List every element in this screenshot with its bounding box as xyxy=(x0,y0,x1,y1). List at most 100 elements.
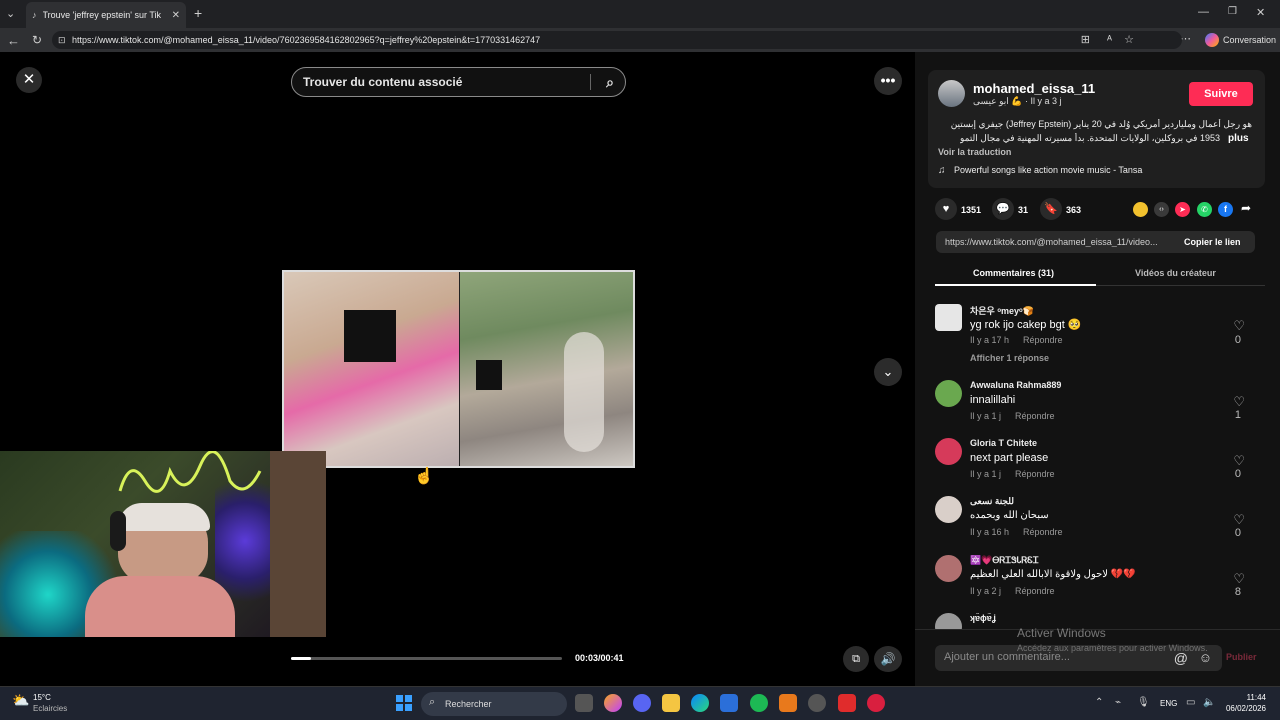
embed-icon[interactable]: ‹› xyxy=(1154,202,1169,217)
whatsapp-icon[interactable]: ✆ xyxy=(1197,202,1212,217)
store-icon[interactable] xyxy=(720,694,738,712)
coin-icon[interactable] xyxy=(1133,202,1148,217)
microphone-icon[interactable]: 🎙 xyxy=(1137,697,1150,708)
taskbar-search[interactable]: ⌕ Rechercher xyxy=(421,692,567,716)
clock-time[interactable]: 11:44 xyxy=(1230,693,1266,702)
copilot-app-icon[interactable] xyxy=(604,694,622,712)
translate-icon[interactable]: ᴬ xyxy=(1107,31,1112,49)
comment-author[interactable]: ʞɐ̃ɸɐ̃ʝ xyxy=(970,613,996,623)
video-progress-track[interactable] xyxy=(291,657,562,660)
language-indicator[interactable]: ENG xyxy=(1160,699,1177,708)
comment-author[interactable]: Awwaluna Rahma889 xyxy=(970,380,1061,390)
comment-author[interactable]: للجنة نسعى xyxy=(970,496,1014,507)
search-icon[interactable]: ⌕ xyxy=(606,68,614,96)
neon-sign xyxy=(118,451,262,493)
app-orange-icon[interactable] xyxy=(779,694,797,712)
edge-icon[interactable] xyxy=(691,694,709,712)
reply-button[interactable]: Répondre xyxy=(1023,335,1063,345)
save-button[interactable]: 🔖 xyxy=(1040,198,1062,220)
view-replies-button[interactable]: Afficher 1 réponse xyxy=(970,353,1049,363)
comment-like-icon[interactable]: ♡ xyxy=(1233,394,1245,410)
author-avatar[interactable] xyxy=(938,80,965,107)
tray-expand-icon[interactable]: ⌃ xyxy=(1095,697,1103,708)
clock-date[interactable]: 06/02/2026 xyxy=(1222,704,1266,713)
next-video-button[interactable]: ⌄ xyxy=(874,358,902,386)
comment-author[interactable]: Gloria T Chitete xyxy=(970,438,1037,448)
bookmark-star-icon[interactable]: ☆ xyxy=(1124,31,1134,49)
comment-avatar[interactable] xyxy=(935,438,962,465)
reply-button[interactable]: Répondre xyxy=(1015,469,1055,479)
site-info-icon[interactable]: ⊡ xyxy=(58,31,66,49)
close-tab-icon[interactable]: ✕ xyxy=(172,10,180,21)
comment-avatar[interactable] xyxy=(935,613,962,629)
start-button[interactable] xyxy=(396,695,412,711)
minimize-icon[interactable]: — xyxy=(1198,6,1209,18)
maximize-icon[interactable]: ❐ xyxy=(1228,6,1237,17)
comment-avatar[interactable] xyxy=(935,496,962,523)
app-red-icon[interactable] xyxy=(838,694,856,712)
file-explorer-icon[interactable] xyxy=(662,694,680,712)
author-username[interactable]: mohamed_eissa_11 xyxy=(973,81,1095,96)
discord-icon[interactable] xyxy=(633,694,651,712)
comment-meta: Il y a 1 j Répondre xyxy=(970,411,1069,421)
comment-author[interactable]: 차은우 ᵒmeyᵒ🍞 xyxy=(970,304,1034,317)
reply-button[interactable]: Répondre xyxy=(1015,586,1055,596)
comment-meta: Il y a 2 j Répondre xyxy=(970,586,1069,596)
comment-avatar[interactable] xyxy=(935,380,962,407)
refresh-icon[interactable]: ↻ xyxy=(32,33,42,47)
comment-like-icon[interactable]: ♡ xyxy=(1233,318,1245,334)
display-icon[interactable]: ▭ xyxy=(1186,697,1195,708)
more-link[interactable]: plus xyxy=(1228,133,1249,144)
search-icon: ⌕ xyxy=(429,696,436,708)
app-red-round-icon[interactable] xyxy=(867,694,885,712)
more-options-button[interactable]: ••• xyxy=(874,67,902,95)
comment-avatar[interactable] xyxy=(935,555,962,582)
comment-like-icon[interactable]: ♡ xyxy=(1233,453,1245,469)
weather-temp[interactable]: 15°C xyxy=(33,693,51,702)
tab-comments[interactable]: Commentaires (31) xyxy=(973,268,1054,278)
comment-like-count: 0 xyxy=(1234,334,1241,346)
start-tile xyxy=(405,704,412,711)
music-title[interactable]: Powerful songs like action movie music -… xyxy=(954,165,1142,175)
comment-button[interactable]: 💬 xyxy=(992,198,1014,220)
url-bar[interactable]: ⊡ https://www.tiktok.com/@mohamed_eissa_… xyxy=(52,31,1182,49)
app-icon[interactable]: ⊞ xyxy=(1081,31,1090,49)
close-window-icon[interactable]: ✕ xyxy=(1256,6,1265,19)
pip-button[interactable]: ⧉ xyxy=(843,646,869,672)
conversation-button[interactable]: Conversation xyxy=(1223,35,1276,45)
task-view-icon[interactable] xyxy=(575,694,593,712)
related-search-input[interactable]: Trouver du contenu associé ⌕ xyxy=(291,67,626,97)
weather-icon[interactable]: ⛅ xyxy=(12,692,29,709)
follow-button[interactable]: Suivre xyxy=(1189,82,1253,106)
reply-button[interactable]: Répondre xyxy=(1023,527,1063,537)
comment-like-icon[interactable]: ♡ xyxy=(1233,512,1245,528)
spotify-icon[interactable] xyxy=(750,694,768,712)
tab-active-indicator xyxy=(935,284,1096,286)
translate-link[interactable]: Voir la traduction xyxy=(938,147,1011,157)
share-arrow-icon[interactable]: ➦ xyxy=(1241,201,1251,215)
network-icon[interactable]: ⌁ xyxy=(1115,697,1121,708)
close-video-button[interactable]: ✕ xyxy=(16,67,42,93)
reply-button[interactable]: Répondre xyxy=(1015,411,1055,421)
send-icon[interactable]: ➤ xyxy=(1175,202,1190,217)
speaker-icon[interactable]: 🔈 xyxy=(1203,697,1215,708)
tiktok-favicon-icon: ♪ xyxy=(32,10,37,20)
browser-tab[interactable]: ♪ Trouve 'jeffrey epstein' sur Tik ✕ xyxy=(26,2,186,28)
video-progress-fill xyxy=(291,657,311,660)
comment-like-icon[interactable]: ♡ xyxy=(1233,571,1245,587)
like-button[interactable]: ♥ xyxy=(935,198,957,220)
new-tab-icon[interactable]: + xyxy=(194,5,202,21)
taskbar-search-label: Rechercher xyxy=(445,699,492,709)
comment-author[interactable]: 🔯💗ᎾᏒᏆᏕᏓᏒᏋᏆ xyxy=(970,555,1039,566)
post-comment-button[interactable]: Publier xyxy=(1226,652,1257,662)
back-icon[interactable]: ← xyxy=(7,33,20,48)
browser-tab-bar: ⌄ ♪ Trouve 'jeffrey epstein' sur Tik ✕ +… xyxy=(0,0,1280,28)
tab-creator-videos[interactable]: Vidéos du créateur xyxy=(1135,268,1216,278)
obs-icon[interactable] xyxy=(808,694,826,712)
volume-button[interactable]: 🔊 xyxy=(874,646,902,672)
facebook-icon[interactable]: f xyxy=(1218,202,1233,217)
copy-link-button[interactable]: Copier le lien xyxy=(1184,237,1241,247)
comment-avatar[interactable] xyxy=(935,304,962,331)
copilot-icon[interactable] xyxy=(1205,33,1219,47)
tab-list-icon[interactable]: ⌄ xyxy=(6,7,15,20)
